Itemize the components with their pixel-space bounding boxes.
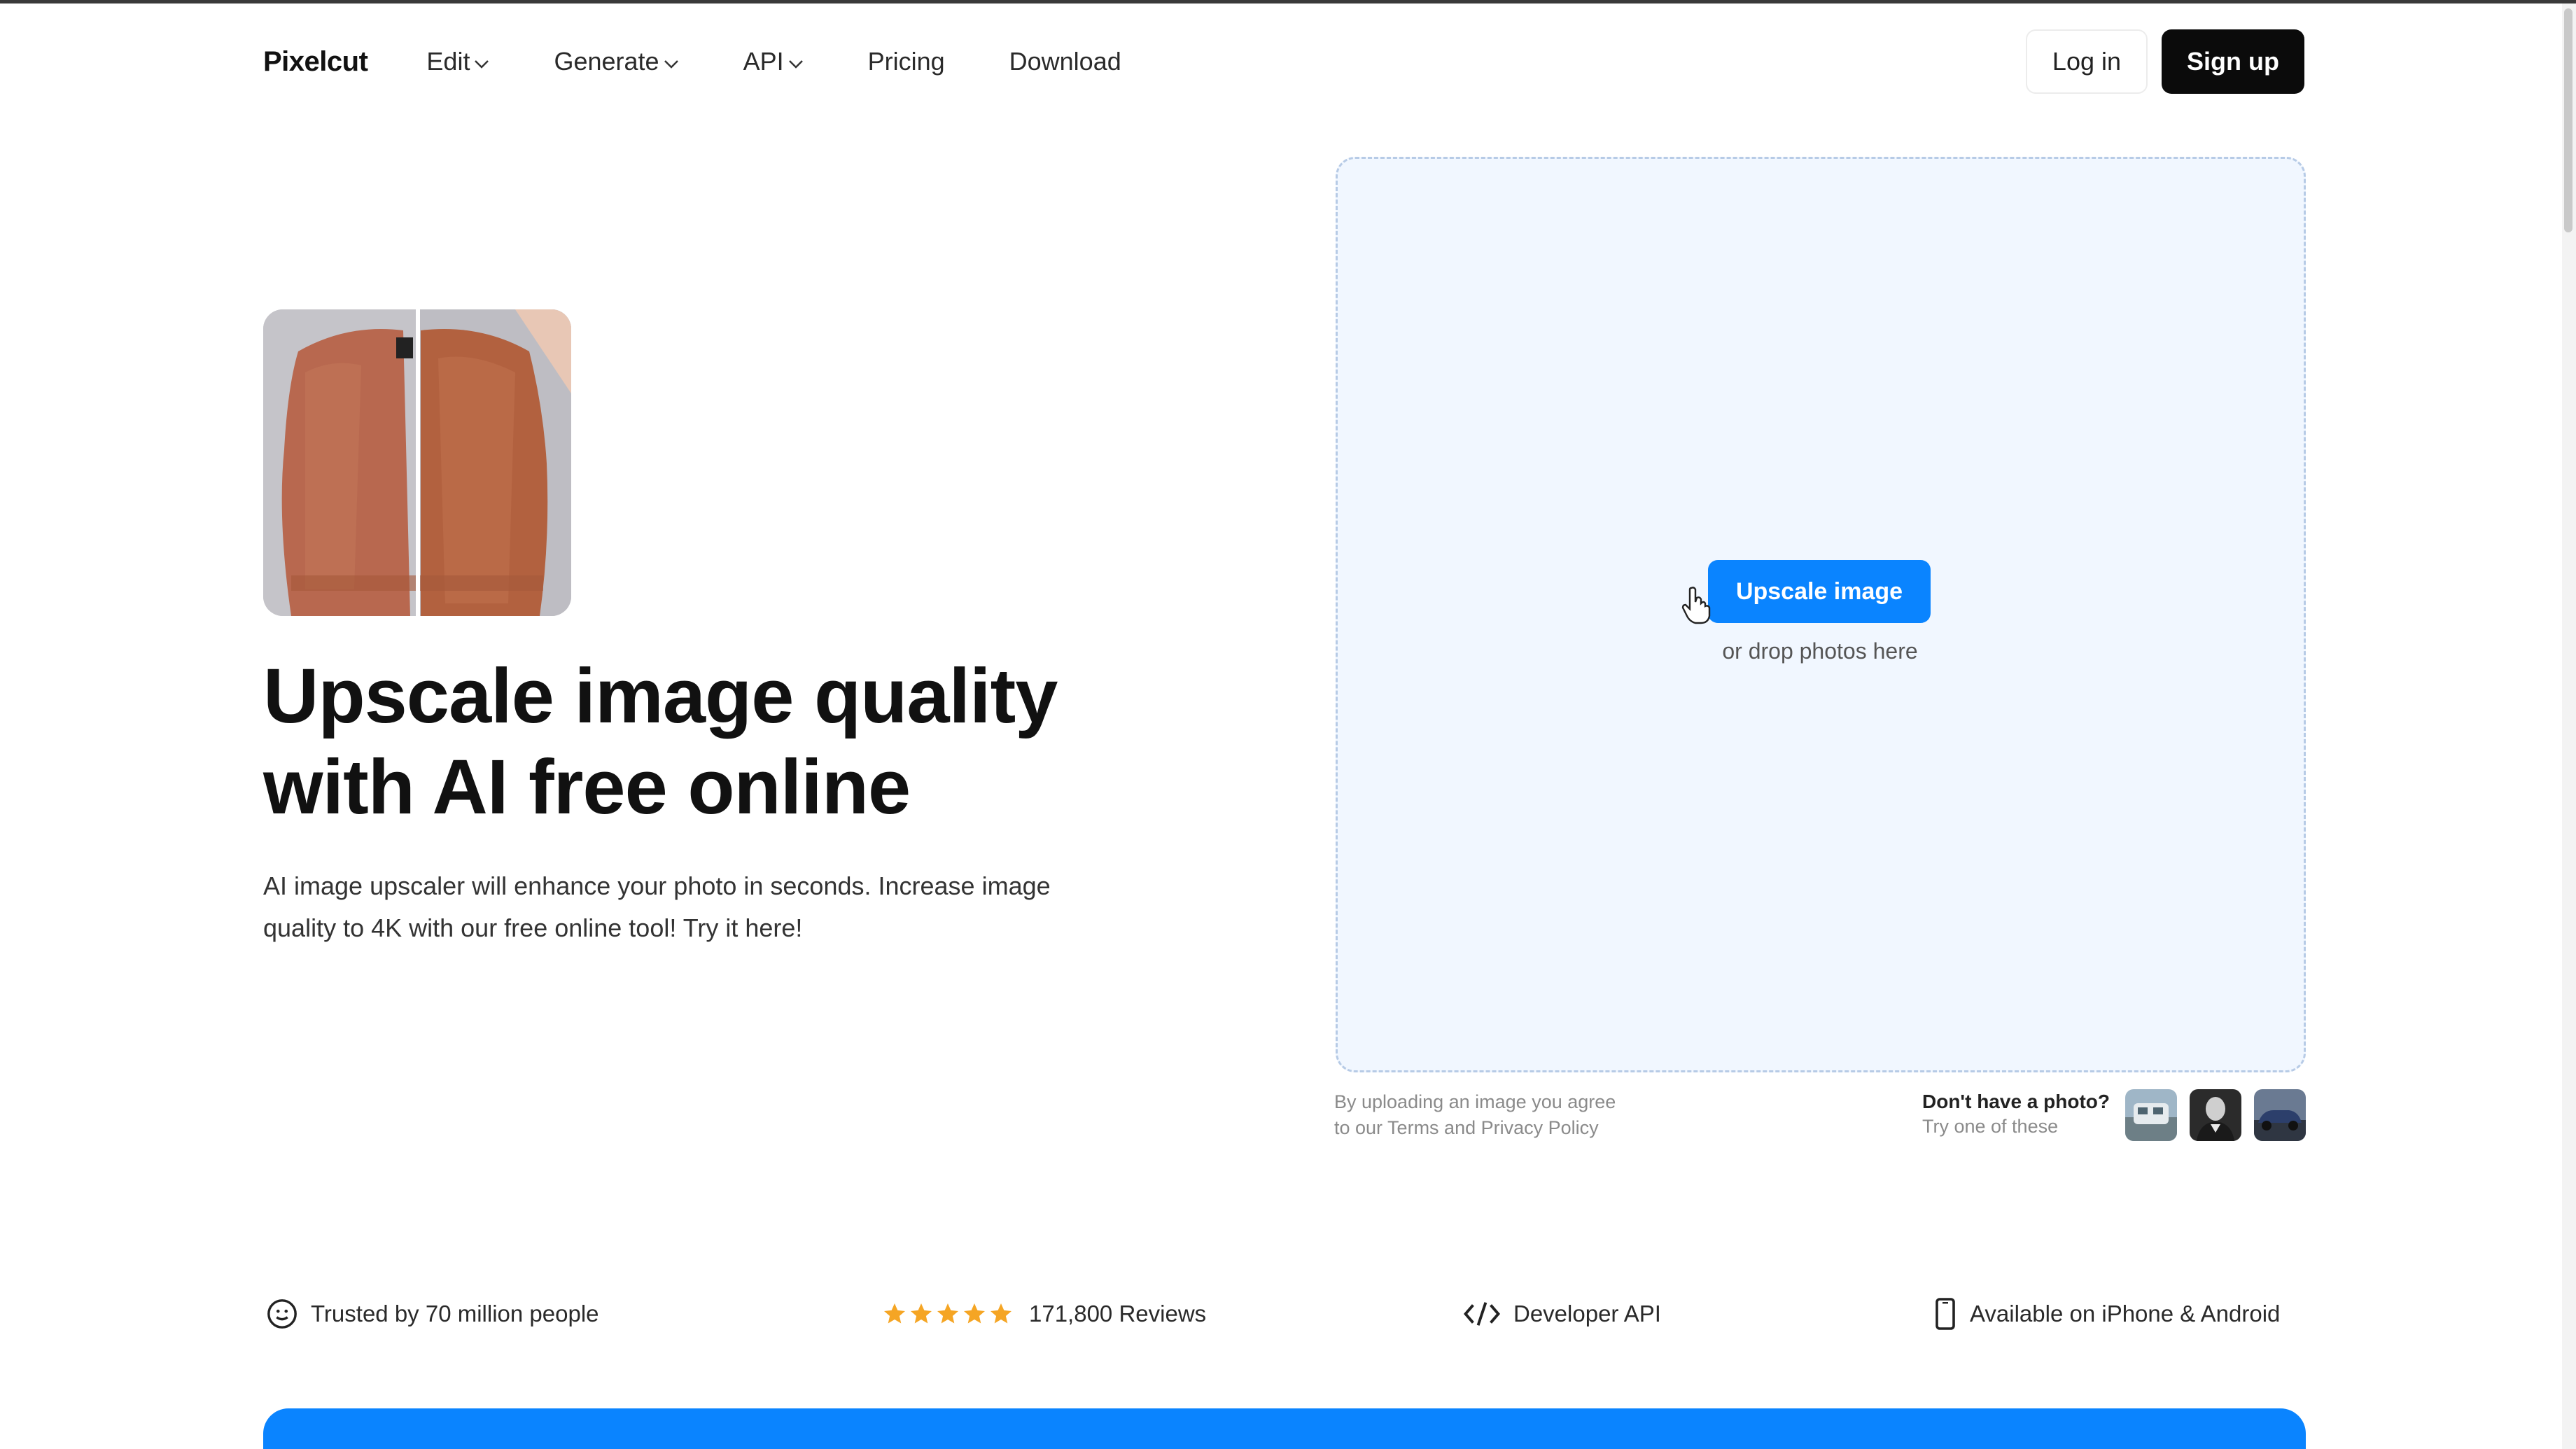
trust-api-label: Developer API xyxy=(1513,1301,1661,1326)
star-icon xyxy=(884,1303,905,1324)
sample-question: Don't have a photo? xyxy=(1922,1091,2110,1112)
description-line-2: quality to 4K with our free online tool!… xyxy=(263,913,803,942)
star-icon xyxy=(911,1303,932,1324)
trust-item-api[interactable]: Developer API xyxy=(1463,1295,1661,1333)
page-title: Upscale image quality with AI free onlin… xyxy=(263,651,1257,833)
headline-line-1: Upscale image quality xyxy=(263,653,1058,739)
login-button[interactable]: Log in xyxy=(2025,29,2148,94)
description-line-1: AI image upscaler will enhance your phot… xyxy=(263,872,1051,900)
nav-item-pricing[interactable]: Pricing xyxy=(868,47,945,76)
before-after-jacket-image xyxy=(263,309,571,616)
headline-line-2: with AI free online xyxy=(263,744,911,830)
sample-subtext: Try one of these xyxy=(1922,1116,2059,1137)
code-icon xyxy=(1463,1300,1501,1328)
trust-people-label: Trusted by 70 million people xyxy=(311,1301,599,1326)
terms-line-2[interactable]: to our Terms and Privacy Policy xyxy=(1334,1115,1698,1141)
hand-cursor-icon xyxy=(1681,585,1712,624)
scrollbar-thumb[interactable] xyxy=(2564,8,2572,232)
nav-item-label: Generate xyxy=(554,47,659,76)
top-navigation: Pixelcut Edit Generate API Pricing Downl… xyxy=(263,28,2304,95)
trust-reviews-label: 171,800 Reviews xyxy=(1029,1301,1207,1326)
window-top-border xyxy=(0,0,2576,4)
star-icon xyxy=(964,1303,985,1324)
drop-hint: or drop photos here xyxy=(1722,638,1918,664)
smile-icon xyxy=(266,1298,298,1330)
logo[interactable]: Pixelcut xyxy=(263,46,368,78)
chevron-down-icon xyxy=(474,52,489,74)
upscale-image-button[interactable]: Upscale image xyxy=(1708,560,1931,623)
nav-item-label: API xyxy=(743,47,784,76)
star-icon xyxy=(937,1303,958,1324)
star-icon xyxy=(990,1303,1011,1324)
sample-photo-3[interactable] xyxy=(2254,1089,2306,1141)
nav-item-download[interactable]: Download xyxy=(1009,47,1121,76)
auth-buttons: Log in Sign up xyxy=(2025,29,2304,94)
rating-stars xyxy=(882,1301,1014,1326)
chevron-down-icon xyxy=(788,52,804,74)
bottom-banner xyxy=(263,1408,2306,1449)
nav-item-generate[interactable]: Generate xyxy=(554,47,678,76)
sample-photos-label: Don't have a photo? Try one of these xyxy=(1922,1089,2125,1138)
hero-description: AI image upscaler will enhance your phot… xyxy=(263,865,1166,949)
terms-line-1: By uploading an image you agree xyxy=(1334,1091,1616,1112)
nav-item-edit[interactable]: Edit xyxy=(426,47,489,76)
chevron-down-icon xyxy=(664,52,679,74)
trust-item-reviews: 171,800 Reviews xyxy=(882,1295,1206,1333)
terms-notice: By uploading an image you agree to our T… xyxy=(1334,1089,1698,1141)
sample-photo-2[interactable] xyxy=(2190,1089,2241,1141)
trust-item-platforms[interactable]: Available on iPhone & Android xyxy=(1933,1295,2280,1333)
nav-item-label: Edit xyxy=(426,47,470,76)
trust-platforms-label: Available on iPhone & Android xyxy=(1970,1301,2281,1326)
signup-button[interactable]: Sign up xyxy=(2162,29,2304,94)
nav-item-api[interactable]: API xyxy=(743,47,804,76)
sample-photo-1[interactable] xyxy=(2125,1089,2177,1141)
trust-item-people: Trusted by 70 million people xyxy=(266,1295,599,1333)
phone-icon xyxy=(1933,1297,1957,1331)
